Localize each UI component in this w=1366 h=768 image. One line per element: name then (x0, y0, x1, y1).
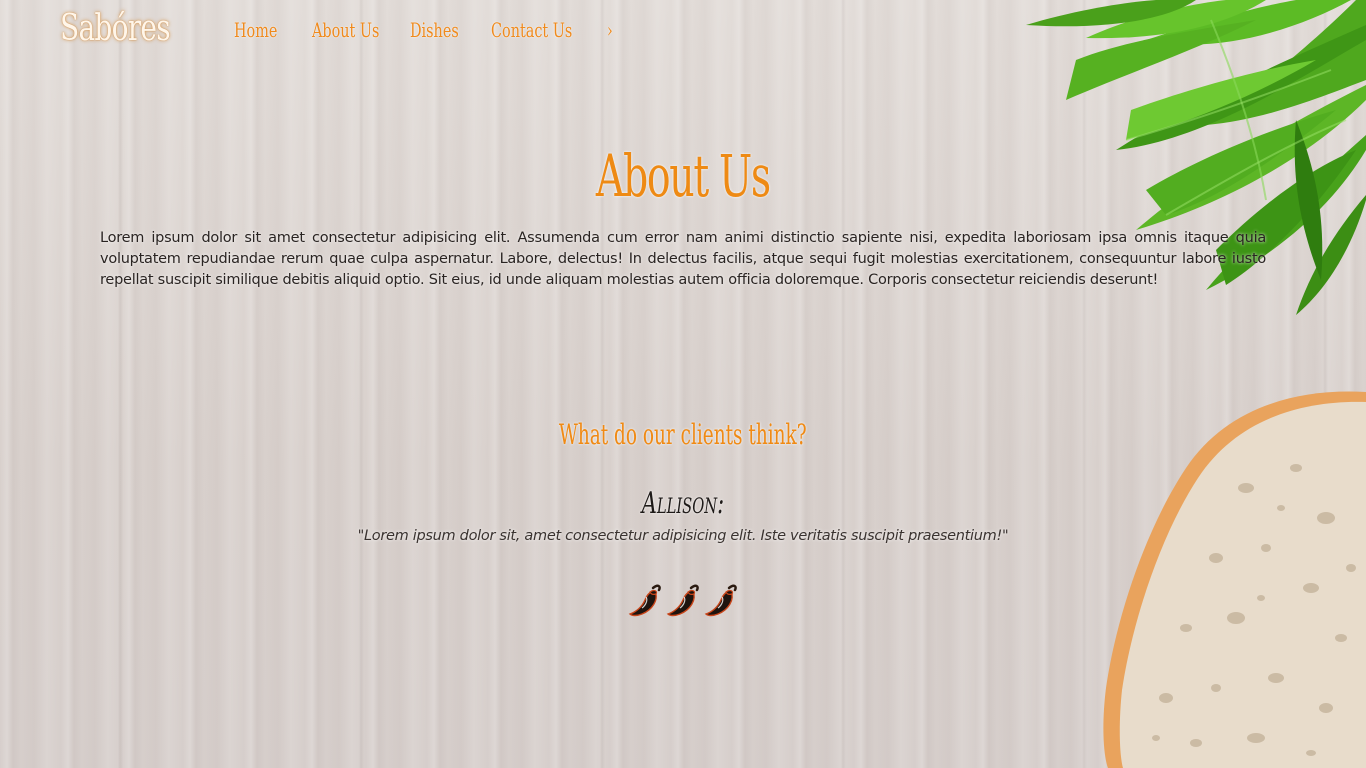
chili-pepper-icon (704, 584, 737, 617)
chili-pepper-icon (628, 584, 661, 617)
about-title-text: About Us (596, 142, 771, 210)
nav-link-about-us[interactable]: About Us (312, 18, 379, 42)
brand-logo[interactable]: Sabóres (60, 8, 171, 49)
nav-link-home[interactable]: Home (234, 18, 277, 42)
reviewer-name-text: Allison: (641, 486, 725, 521)
main-nav: Home About Us Dishes Contact Us › (234, 18, 627, 42)
nav-more-chevron-icon[interactable]: › (607, 18, 613, 42)
about-paragraph: Lorem ipsum dolor sit amet consectetur a… (100, 230, 1266, 288)
nav-link-contact-us[interactable]: Contact Us (491, 18, 572, 42)
about-title: About Us (0, 142, 1366, 210)
review-quote: "Lorem ipsum dolor sit, amet consectetur… (357, 528, 1009, 544)
nav-link-dishes[interactable]: Dishes (410, 18, 459, 42)
chili-pepper-icon (666, 584, 699, 617)
site-header: Sabóres Home About Us Dishes Contact Us … (0, 0, 1366, 68)
testimonials-title: What do our clients think? (0, 418, 1366, 451)
review-rating (0, 580, 1366, 618)
testimonials-title-text: What do our clients think? (559, 418, 807, 451)
reviewer-name: Allison: (0, 486, 1366, 521)
